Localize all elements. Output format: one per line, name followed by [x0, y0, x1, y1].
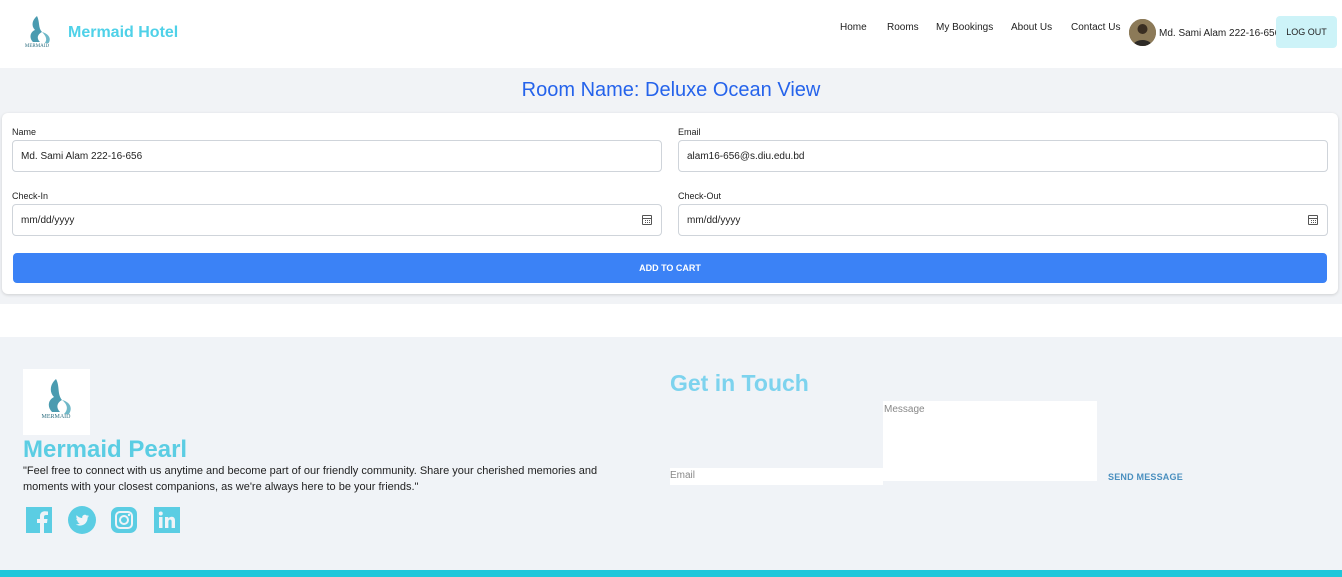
linkedin-icon[interactable] [153, 506, 181, 534]
calendar-icon[interactable] [642, 215, 652, 225]
nav-contact-us[interactable]: Contact Us [1071, 22, 1120, 33]
instagram-icon[interactable] [110, 506, 138, 534]
email-field[interactable]: alam16-656@s.diu.edu.bd [678, 140, 1328, 172]
checkin-value: mm/dd/yyyy [21, 214, 75, 226]
user-avatar-icon [1129, 19, 1156, 46]
contact-title: Get in Touch [670, 370, 809, 396]
mermaid-logo-icon[interactable]: MERMAID [18, 12, 56, 52]
footer-bottom-bar [0, 570, 1342, 577]
checkout-value: mm/dd/yyyy [687, 214, 741, 226]
navbar: MERMAID Mermaid Hotel Home Rooms My Book… [0, 0, 1342, 68]
checkout-date-field[interactable]: mm/dd/yyyy [678, 204, 1328, 236]
name-value: Md. Sami Alam 222-16-656 [21, 150, 143, 162]
add-to-cart-button[interactable]: ADD TO CART [13, 253, 1327, 283]
nav-my-bookings[interactable]: My Bookings [936, 22, 993, 33]
nav-about-us[interactable]: About Us [1011, 22, 1052, 33]
email-label: Email [678, 127, 701, 137]
checkout-label: Check-Out [678, 191, 722, 201]
message-textarea[interactable]: Message [883, 401, 1097, 481]
brand-name[interactable]: Mermaid Hotel [68, 24, 178, 42]
mermaid-logo-icon: MERMAID [41, 379, 71, 420]
avatar[interactable] [1129, 19, 1156, 46]
checkin-date-field[interactable]: mm/dd/yyyy [12, 204, 662, 236]
name-label: Name [12, 127, 37, 137]
section-spacer [0, 304, 1342, 337]
name-field[interactable]: Md. Sami Alam 222-16-656 [12, 140, 662, 172]
svg-text:MERMAID: MERMAID [41, 414, 71, 420]
nav-rooms[interactable]: Rooms [887, 22, 919, 33]
svg-text:MERMAID: MERMAID [25, 44, 50, 49]
booking-form: Name Md. Sami Alam 222-16-656 Email alam… [2, 113, 1338, 294]
calendar-icon[interactable] [1308, 215, 1318, 225]
footer: MERMAID Mermaid Pearl "Feel free to conn… [0, 337, 1342, 570]
footer-logo: MERMAID [23, 369, 90, 435]
page-title: Room Name: Deluxe Ocean View [521, 79, 821, 101]
facebook-icon[interactable] [25, 506, 53, 534]
email-value: alam16-656@s.diu.edu.bd [687, 150, 805, 162]
checkin-label: Check-In [12, 191, 49, 201]
footer-tagline: "Feel free to connect with us anytime an… [23, 465, 598, 493]
nav-home[interactable]: Home [840, 22, 867, 33]
contact-email-input[interactable]: Email [670, 468, 883, 485]
user-name: Md. Sami Alam 222-16-656 [1159, 28, 1281, 39]
logout-button[interactable]: LOG OUT [1276, 16, 1337, 48]
footer-brand: Mermaid Pearl [23, 436, 188, 463]
send-message-button[interactable]: SEND MESSAGE [1108, 472, 1183, 482]
twitter-icon[interactable] [68, 506, 96, 534]
